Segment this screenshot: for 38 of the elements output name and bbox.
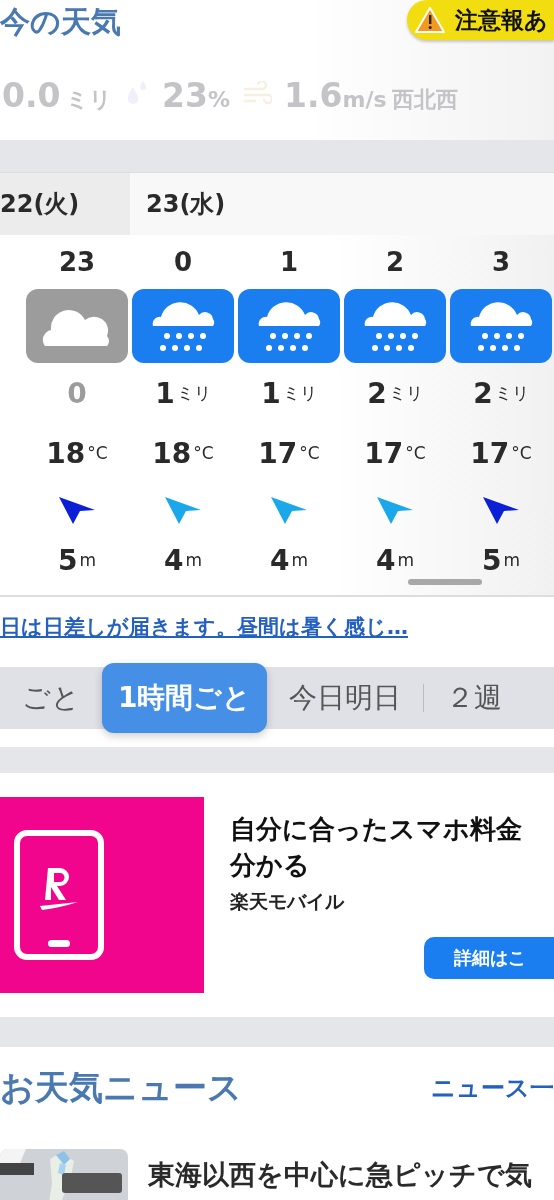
ad-banner[interactable] [0, 797, 204, 993]
alert-badge[interactable]: 注意報あ [407, 0, 554, 40]
temperature-value: 17°C [364, 435, 426, 472]
hour-label: 1 [279, 246, 299, 279]
hour-label: 3 [491, 246, 511, 279]
section-title: お天気ニュース [0, 1066, 242, 1109]
hour-label: 23 [58, 246, 96, 279]
ad-headline: 自分に合ったスマホ料金 分かる [230, 812, 522, 882]
wind-speed-value: 4 m [269, 542, 308, 579]
temperature-value: 17°C [470, 435, 532, 472]
advertiser-name: 楽天モバイル [230, 889, 344, 915]
temperature-value: 18°C [152, 435, 214, 472]
phone-logo-icon [14, 830, 104, 960]
hour-label: 2 [385, 246, 405, 279]
news-list-link[interactable]: ニュース一 [431, 1072, 554, 1104]
wind-speed-value: 4 m [375, 542, 414, 579]
humidity-value: 23% [162, 76, 231, 115]
interval-tab[interactable]: 1時間ごと [102, 663, 268, 733]
hour-label: 0 [173, 246, 193, 279]
interval-tab[interactable]: ごと [0, 679, 102, 717]
interval-tab[interactable]: 今日明日 [267, 679, 424, 717]
wind-icon [242, 81, 273, 107]
wind-speed-value: 5 m [57, 542, 96, 579]
alert-text: 注意報あ [455, 5, 548, 35]
precipitation-value: 0.0 ミリ [2, 76, 113, 115]
forecast-summary-link[interactable]: 日は日差しが届きます。昼間は暑く感じ… [0, 597, 554, 667]
precipitation-value: 0 [67, 375, 87, 412]
warning-icon [415, 7, 445, 33]
interval-tab[interactable]: ２週 [424, 679, 525, 717]
temperature-value: 17°C [258, 435, 320, 472]
wind-speed-value: 5 m [481, 542, 520, 579]
article-title[interactable]: 東海以西を中心に急ピッチで気 [148, 1149, 532, 1193]
day-header: 22(火) [0, 173, 130, 235]
wind-speed-value: 4 m [163, 542, 202, 579]
details-button[interactable]: 詳細はこ [424, 937, 554, 980]
section-title: 今の天気 [0, 3, 121, 41]
day-header: 23(水) [130, 173, 554, 235]
temperature-value: 18°C [46, 435, 108, 472]
